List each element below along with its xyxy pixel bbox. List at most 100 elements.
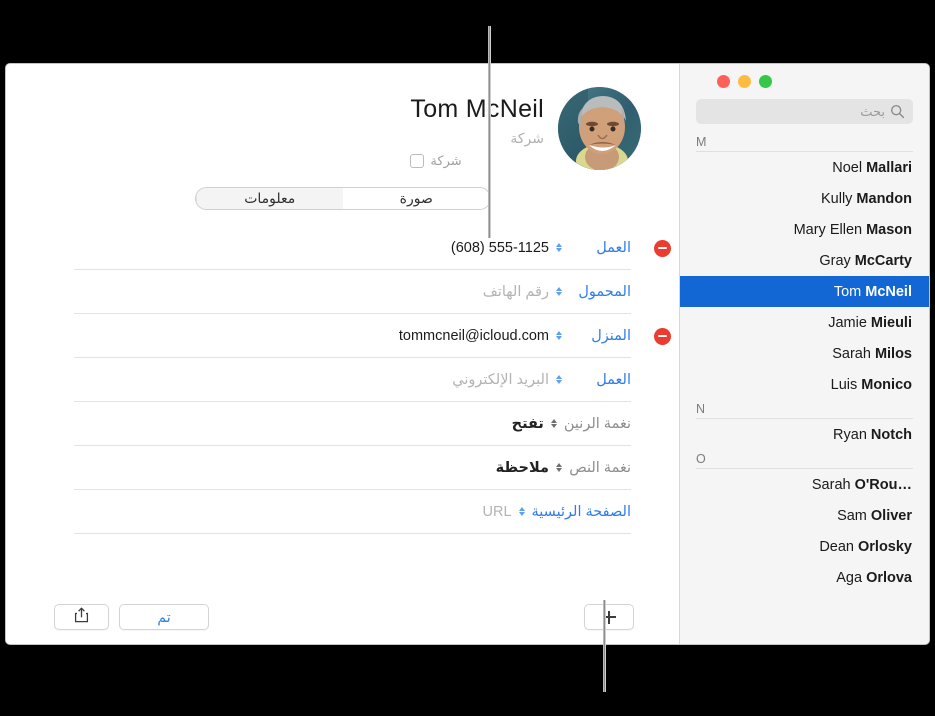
contact-last-name: Mallari (866, 159, 912, 176)
tabs-container: صورة معلومات (6, 187, 679, 210)
field-label-phone-work[interactable]: العمل (569, 240, 631, 256)
search-container: بحث (680, 88, 929, 133)
avatar-photo (558, 87, 641, 170)
search-icon (890, 104, 905, 119)
field-value-email-home[interactable]: tommcneil@icloud.com (74, 328, 549, 344)
contact-last-name: Monico (861, 376, 912, 393)
callout-line-top (488, 26, 491, 238)
field-row-email-home: المنزل tommcneil@icloud.com (74, 314, 671, 358)
contact-first-name: Aga (836, 569, 863, 586)
contact-first-name: Noel (832, 159, 863, 176)
contact-first-name: Gray (819, 252, 851, 269)
field-type-stepper-icon[interactable] (556, 243, 562, 252)
field-label-phone-mobile[interactable]: المحمول (569, 284, 631, 300)
contact-last-name: Mandon (856, 190, 912, 207)
field-label-ringtone[interactable]: نغمة الرنين (564, 416, 631, 432)
callout-line-bottom (603, 600, 606, 692)
company-checkbox-label: شركة (430, 153, 462, 168)
contacts-sidebar: بحث M Noel Mallari Kully Mandon Mary Ellen Mas… (679, 64, 929, 644)
list-item[interactable]: Ryan Notch (680, 419, 929, 450)
contact-last-name: McCarty (854, 252, 912, 269)
list-item[interactable]: Mary Ellen Mason (680, 214, 929, 245)
close-button[interactable] (717, 75, 730, 88)
list-item[interactable]: Tom McNeil (680, 276, 929, 307)
list-item[interactable]: Sarah Milos (680, 338, 929, 369)
contact-first-name: Kully (820, 190, 853, 207)
field-value-phone-work[interactable]: (608) 555-1125 (74, 240, 549, 256)
contact-last-name: Mason (866, 221, 912, 238)
field-row-ringtone: نغمة الرنين تفتح (74, 402, 631, 446)
field-type-stepper-icon[interactable] (550, 419, 557, 428)
bottom-toolbar: تم (6, 604, 679, 631)
list-item[interactable]: Kully Mandon (680, 183, 929, 214)
share-button[interactable] (54, 604, 109, 630)
contact-list[interactable]: M Noel Mallari Kully Mandon Mary Ellen Mason Gr… (680, 133, 929, 644)
field-value-email-work[interactable]: البريد الإلكتروني (74, 372, 549, 388)
contact-group-header: N (696, 400, 913, 419)
field-type-stepper-icon[interactable] (556, 287, 562, 296)
field-row-text-tone: نغمة النص ملاحظة (74, 446, 631, 490)
field-label-homepage[interactable]: الصفحة الرئيسية (532, 504, 631, 520)
field-value-ringtone[interactable]: تفتح (74, 416, 544, 432)
contact-last-name: McNeil (865, 283, 912, 300)
contacts-window: بحث M Noel Mallari Kully Mandon Mary Ellen Mas… (5, 63, 930, 645)
company-checkbox-row[interactable]: شركة (410, 153, 544, 169)
screenshot-canvas: بحث M Noel Mallari Kully Mandon Mary Ellen Mas… (0, 0, 935, 716)
list-item[interactable]: Sam Oliver (680, 500, 929, 531)
field-row-email-work: العمل البريد الإلكتروني (74, 358, 631, 402)
contact-detail-pane: Tom McNeil شركة شركة صورة معلومات العمل (… (6, 64, 679, 644)
contact-first-name: Jamie (828, 314, 867, 331)
contact-first-name: Luis (830, 376, 858, 393)
contact-last-name: Mieuli (870, 314, 912, 331)
remove-field-icon[interactable] (654, 327, 671, 345)
minimize-button[interactable] (738, 75, 751, 88)
list-item[interactable]: Aga Orlova (680, 562, 929, 593)
add-field-button[interactable] (584, 604, 634, 630)
search-input[interactable]: بحث (696, 99, 913, 124)
company-field[interactable]: شركة (410, 130, 544, 147)
contact-first-name: Sam (837, 507, 867, 524)
contact-last-name: Orlova (866, 569, 912, 586)
contact-first-name: Sarah (832, 345, 871, 362)
contact-group-header: M (696, 133, 913, 152)
field-type-stepper-icon[interactable] (556, 463, 562, 472)
list-item[interactable]: Dean Orlosky (680, 531, 929, 562)
field-type-stepper-icon[interactable] (518, 507, 525, 516)
contact-last-name: Oliver (870, 507, 912, 524)
contact-fields: العمل (608) 555-1125 المحمول رقم الهاتف المن… (6, 226, 679, 534)
contact-first-name: Ryan (833, 426, 867, 443)
field-label-email-work[interactable]: العمل (569, 372, 631, 388)
contact-first-name: Tom (833, 283, 862, 300)
field-value-homepage[interactable]: URL (74, 504, 512, 520)
list-item[interactable]: Noel Mallari (680, 152, 929, 183)
company-checkbox[interactable] (410, 154, 425, 168)
avatar[interactable] (558, 87, 641, 170)
zoom-button[interactable] (759, 75, 772, 88)
contact-last-name: Notch (870, 426, 912, 443)
field-label-text-tone[interactable]: نغمة النص (569, 460, 631, 476)
list-item[interactable]: Gray McCarty (680, 245, 929, 276)
search-placeholder: بحث (860, 103, 885, 119)
contact-first-name: Sarah (811, 476, 851, 493)
window-traffic-lights (680, 64, 929, 88)
field-label-email-home[interactable]: المنزل (569, 328, 631, 344)
done-button[interactable]: تم (119, 604, 209, 630)
list-item[interactable]: Luis Monico (680, 369, 929, 400)
tab-info[interactable]: معلومات (195, 188, 343, 209)
contact-group-header: O (696, 450, 913, 469)
page-title[interactable]: Tom McNeil (410, 95, 544, 124)
tab-picture[interactable]: صورة (343, 188, 490, 209)
field-row-phone-work: العمل (608) 555-1125 (74, 226, 671, 270)
contact-last-name: Orlosky (858, 538, 912, 555)
field-type-stepper-icon[interactable] (556, 331, 562, 340)
field-type-stepper-icon[interactable] (556, 375, 562, 384)
list-item[interactable]: Sarah O'Rou… (680, 469, 929, 500)
field-value-phone-mobile[interactable]: رقم الهاتف (74, 284, 549, 300)
field-row-homepage: الصفحة الرئيسية URL (74, 490, 631, 534)
list-item[interactable]: Jamie Mieuli (680, 307, 929, 338)
contact-first-name: Mary Ellen (793, 221, 863, 238)
remove-field-icon[interactable] (654, 239, 671, 257)
field-value-text-tone[interactable]: ملاحظة (74, 460, 549, 476)
contact-last-name: O'Rou… (854, 476, 912, 493)
contact-first-name: Dean (819, 538, 854, 555)
